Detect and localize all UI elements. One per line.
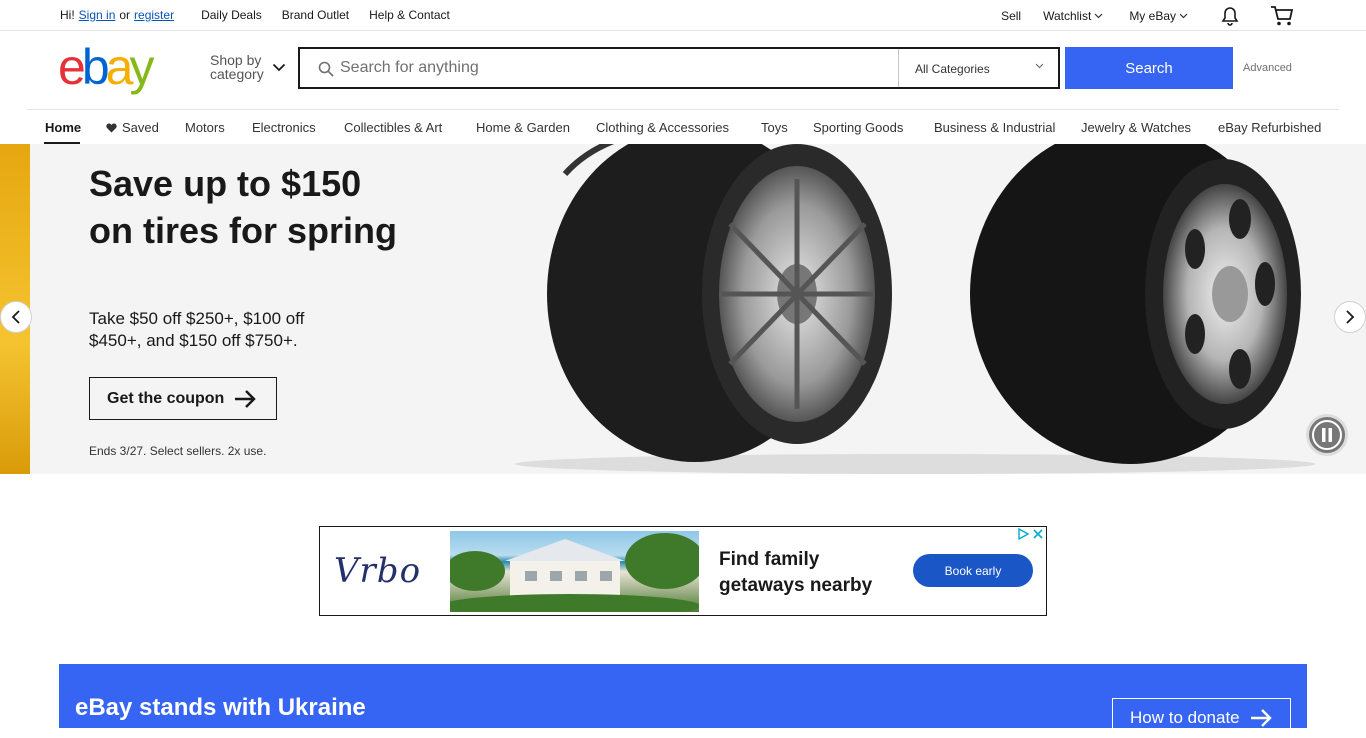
adchoices-icon[interactable] [1017, 528, 1029, 540]
brand-outlet-link[interactable]: Brand Outlet [282, 8, 349, 22]
category-select-value: All Categories [915, 62, 990, 76]
chevron-down-icon [1094, 13, 1103, 18]
search-input[interactable] [300, 49, 898, 87]
get-coupon-button[interactable]: Get the coupon [89, 377, 277, 420]
search-box: All Categories [298, 47, 1060, 89]
chevron-right-icon [1346, 310, 1355, 324]
how-to-donate-label: How to donate [1130, 708, 1240, 727]
beach-house-image [450, 531, 699, 612]
my-ebay-menu[interactable]: My eBay [1129, 9, 1188, 23]
hero-carousel: Save up to $150 on tires for spring Take… [0, 144, 1366, 474]
nav-item-ebay-refurbished[interactable]: eBay Refurbished [1218, 120, 1321, 135]
nav-item-toys[interactable]: Toys [761, 120, 788, 135]
sign-in-link[interactable]: Sign in [79, 8, 116, 22]
nav-item-collectibles[interactable]: Collectibles & Art [344, 120, 442, 135]
register-link[interactable]: register [134, 8, 174, 22]
greeting-area: Hi! Sign in or register Daily Deals Bran… [60, 8, 450, 22]
top-utility-bar: Hi! Sign in or register Daily Deals Bran… [0, 0, 1366, 31]
get-coupon-label: Get the coupon [107, 389, 225, 407]
hero-title: Save up to $150 on tires for spring [89, 163, 398, 251]
shop-by-category-button[interactable]: Shop by category [210, 53, 264, 81]
chevron-left-icon [11, 310, 20, 324]
logo-letter-b: b [81, 39, 110, 95]
arrow-right-icon [1250, 709, 1272, 727]
logo-letter-y: y [129, 39, 154, 95]
ad-choices[interactable] [1017, 528, 1044, 540]
chevron-down-icon [1179, 13, 1188, 18]
carousel-prev-button[interactable] [0, 301, 32, 333]
my-ebay-label: My eBay [1129, 8, 1176, 23]
header: ebay Shop by category All Categories Sea… [0, 31, 1366, 109]
ukraine-title: eBay stands with Ukraine [75, 694, 366, 721]
cart-icon[interactable] [1270, 5, 1294, 27]
vrbo-advertisement[interactable]: Vrbo Find family getaways nearby Book ea… [319, 526, 1047, 616]
ad-headline: Find family getaways nearby [719, 549, 873, 596]
watchlist-label: Watchlist [1043, 8, 1092, 23]
chevron-down-icon[interactable] [272, 63, 286, 72]
account-area: Sell Watchlist My eBay [979, 0, 1294, 31]
close-icon[interactable] [1032, 528, 1044, 540]
chevron-down-icon [1035, 63, 1044, 69]
advanced-search-link[interactable]: Advanced [1243, 62, 1292, 74]
category-nav: Home Saved Motors Electronics Collectibl… [27, 109, 1339, 144]
daily-deals-link[interactable]: Daily Deals [201, 8, 262, 22]
heart-icon [106, 123, 117, 132]
ebay-logo[interactable]: ebay [58, 39, 154, 95]
nav-item-electronics[interactable]: Electronics [252, 120, 316, 135]
search-icon [318, 61, 334, 77]
book-early-button[interactable]: Book early [913, 554, 1033, 587]
nav-item-saved-label: Saved [122, 120, 159, 135]
nav-item-jewelry-watches[interactable]: Jewelry & Watches [1081, 120, 1191, 135]
pause-icon [1312, 420, 1342, 450]
nav-item-clothing[interactable]: Clothing & Accessories [596, 120, 729, 135]
nav-item-saved[interactable]: Saved [106, 120, 159, 135]
nav-item-home-garden[interactable]: Home & Garden [476, 120, 570, 135]
shop-by-line1: Shop by [210, 52, 262, 68]
nav-item-motors[interactable]: Motors [185, 120, 225, 135]
carousel-next-button[interactable] [1334, 301, 1366, 333]
nav-item-home[interactable]: Home [45, 120, 81, 135]
shop-by-line2: category [210, 66, 264, 82]
logo-letter-e: e [58, 39, 86, 95]
tire-image [515, 144, 1315, 474]
how-to-donate-button[interactable]: How to donate [1112, 698, 1291, 738]
search-button[interactable]: Search [1065, 47, 1233, 89]
hero-subtitle: Take $50 off $250+, $100 off $450+, and … [89, 309, 305, 350]
nav-item-sporting-goods[interactable]: Sporting Goods [813, 120, 903, 135]
or-text: or [119, 8, 131, 22]
ukraine-banner: eBay stands with Ukraine How to donate [59, 664, 1307, 738]
nav-item-business-industrial[interactable]: Business & Industrial [934, 120, 1055, 135]
watchlist-menu[interactable]: Watchlist [1043, 9, 1103, 23]
category-select[interactable]: All Categories [898, 49, 1058, 87]
greeting-text: Hi! [60, 8, 75, 22]
logo-letter-a: a [105, 39, 134, 95]
vrbo-logo: Vrbo [334, 551, 422, 591]
carousel-pause-button[interactable] [1306, 414, 1348, 456]
help-contact-link[interactable]: Help & Contact [369, 8, 450, 22]
arrow-right-icon [235, 389, 257, 408]
bell-icon[interactable] [1220, 6, 1240, 26]
sell-link[interactable]: Sell [1001, 9, 1021, 23]
hero-fine-print: Ends 3/27. Select sellers. 2x use. [89, 444, 267, 458]
